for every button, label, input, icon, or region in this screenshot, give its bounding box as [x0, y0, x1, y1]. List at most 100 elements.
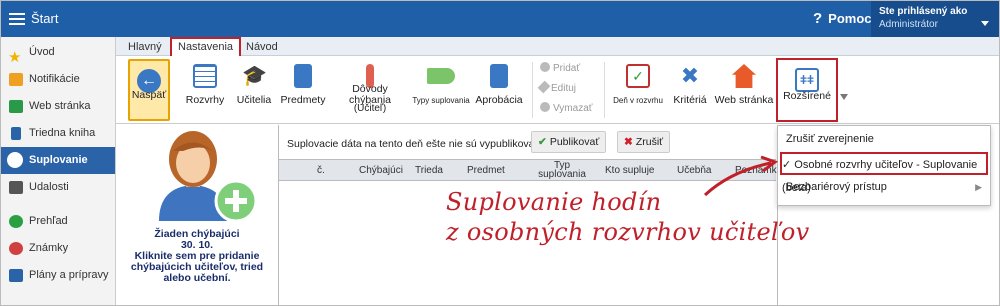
sidebar-item-label: Udalosti	[29, 181, 69, 193]
chevron-right-icon: ▶	[975, 182, 982, 192]
book-icon	[11, 127, 21, 140]
app-title[interactable]: Štart	[31, 11, 58, 26]
absence-reasons-button[interactable]: Dôvody chýbania (Učiteľ)	[330, 56, 410, 124]
edit-label: Edituj	[551, 83, 577, 94]
approbation-button[interactable]: Aprobácia	[474, 56, 524, 124]
col-number[interactable]: č.	[317, 165, 325, 176]
sidebar-item-label: Plány a prípravy	[29, 269, 109, 281]
subjects-button[interactable]: Predmety	[279, 56, 327, 124]
cancel-button[interactable]: ✖ Zrušiť	[617, 131, 671, 153]
divider	[532, 62, 533, 118]
sidebar-item-label: Suplovanie	[29, 154, 88, 166]
grid-icon	[193, 64, 217, 88]
tools-icon: ✖	[680, 63, 700, 88]
dropdown-arrow-icon[interactable]	[840, 94, 848, 100]
menu-item-personal-schedules[interactable]: ✓ Osobné rozvrhy učiteľov - Suplovanie (…	[780, 152, 988, 194]
reasons-sublabel: (Učiteľ)	[353, 103, 387, 114]
close-icon: ✖	[624, 136, 633, 148]
sidebar-item-triedna-kniha[interactable]: Triedna kniha	[1, 120, 115, 147]
annotation-text: Suplovanie hodín z osobných rozvrhov uči…	[446, 187, 810, 247]
delete-label: Vymazať	[553, 103, 593, 114]
check-icon: ✔	[538, 136, 547, 148]
envelope-icon	[9, 73, 23, 86]
tab-navod[interactable]: Návod	[240, 39, 284, 55]
hint-line3: alebo učební.	[163, 272, 231, 284]
cancel-label: Zrušiť	[635, 136, 664, 148]
col-missing[interactable]: Chýbajúci	[359, 165, 403, 176]
user-line1: Ste prihlásený ako	[879, 6, 968, 17]
add-button[interactable]: Pridať	[540, 62, 580, 74]
add-label: Pridať	[553, 63, 581, 74]
sidebar-item-suplovanie[interactable]: Suplovanie	[1, 147, 115, 174]
publish-button[interactable]: ✔ Publikovať	[531, 131, 607, 153]
edit-group: Pridať Edituj Vymazať	[537, 56, 602, 124]
sidebar-item-web[interactable]: Web stránka	[1, 93, 115, 120]
subjects-label: Predmety	[280, 94, 326, 106]
tab-nastavenia[interactable]: Nastavenia	[170, 37, 242, 57]
delete-button[interactable]: Vymazať	[540, 102, 593, 114]
sidebar-item-udalosti[interactable]: Udalosti	[1, 174, 115, 201]
check-circle-icon	[9, 215, 23, 228]
sidebar-item-label: Úvod	[29, 46, 55, 58]
right-column	[777, 206, 999, 305]
book-icon	[294, 64, 312, 88]
menu-item-unpublish[interactable]: Zrušiť zverejnenie	[778, 128, 990, 151]
user-role: Administrátor	[879, 19, 938, 30]
add-absence-panel[interactable]: Žiaden chýbajúci 30. 10. Kliknite sem pr…	[116, 125, 279, 305]
col-type[interactable]: Typ suplovania	[537, 161, 587, 180]
folder-icon	[9, 269, 23, 282]
avatar	[129, 129, 259, 223]
tab-hlavny[interactable]: Hlavný	[122, 39, 168, 55]
sidebar-item-prehlad[interactable]: Prehľad	[1, 208, 115, 235]
sidebar-item-plany[interactable]: Plány a prípravy	[1, 262, 115, 289]
home-icon	[732, 64, 756, 88]
user-icon	[7, 152, 23, 168]
schedules-button[interactable]: Rozvrhy	[182, 56, 228, 124]
annotation-line2: z osobných rozvrhov učiteľov	[446, 218, 810, 246]
day-label: Deň v rozvrhu	[613, 96, 663, 105]
criteria-label: Kritériá	[673, 94, 707, 106]
divider	[604, 62, 605, 118]
col-subject[interactable]: Predmet	[467, 165, 505, 176]
menu-icon[interactable]	[9, 10, 25, 28]
types-label: Typy suplovania	[412, 96, 470, 105]
home-icon	[9, 100, 23, 113]
top-bar: Štart ? Pomoc Ste prihlásený ako Administ…	[1, 1, 999, 37]
star-icon: ★	[8, 49, 22, 66]
app-window: Štart ? Pomoc Ste prihlásený ako Administ…	[0, 0, 1000, 306]
col-class[interactable]: Trieda	[415, 165, 443, 176]
sidebar-item-label: Známky	[29, 242, 69, 254]
menu-item-accessibility[interactable]: Bezbariérový prístup ▶	[778, 176, 990, 199]
col-type-line2: suplovania	[538, 169, 586, 180]
book-cap-icon	[490, 64, 508, 88]
criteria-button[interactable]: ✖ Kritériá	[668, 56, 712, 124]
sidebar-item-label: Web stránka	[29, 100, 91, 112]
website-label: Web stránka	[714, 94, 774, 106]
edit-button[interactable]: Edituj	[537, 80, 577, 94]
sidebar-item-uvod[interactable]: ★ Úvod	[1, 39, 115, 66]
grade-icon	[9, 242, 23, 255]
sliders-icon: ǂǂ	[795, 68, 819, 92]
day-in-schedule-button[interactable]: ✓ Deň v rozvrhu	[610, 56, 666, 124]
user-menu[interactable]: Ste prihlásený ako Administrátor	[871, 1, 999, 37]
teachers-label: Učitelia	[236, 94, 272, 106]
annotation-line1: Suplovanie hodín	[446, 188, 662, 216]
website-button[interactable]: Web stránka	[714, 56, 774, 124]
advanced-label: Rozšírené	[783, 90, 831, 102]
col-substitute[interactable]: Kto supluje	[605, 165, 654, 176]
teachers-button[interactable]: 🎓 Učitelia	[231, 56, 277, 124]
pencil-icon	[537, 80, 551, 94]
substitution-types-button[interactable]: Typy suplovania	[412, 56, 470, 124]
minus-icon	[540, 102, 550, 112]
question-icon: ?	[813, 10, 823, 27]
sidebar-item-notifikacie[interactable]: Notifikácie	[1, 66, 115, 93]
advanced-button[interactable]: ǂǂ Rozšírené	[776, 58, 838, 122]
help-label: Pomoc	[828, 11, 872, 26]
sidebar-item-label: Notifikácie	[29, 73, 80, 85]
sidebar-item-znamky[interactable]: Známky	[1, 235, 115, 262]
help-link[interactable]: ? Pomoc	[813, 10, 872, 27]
publish-label: Publikovať	[549, 136, 600, 148]
schedules-label: Rozvrhy	[185, 94, 225, 106]
back-button[interactable]: ← Naspäť	[128, 59, 170, 121]
approbation-label: Aprobácia	[475, 94, 523, 106]
